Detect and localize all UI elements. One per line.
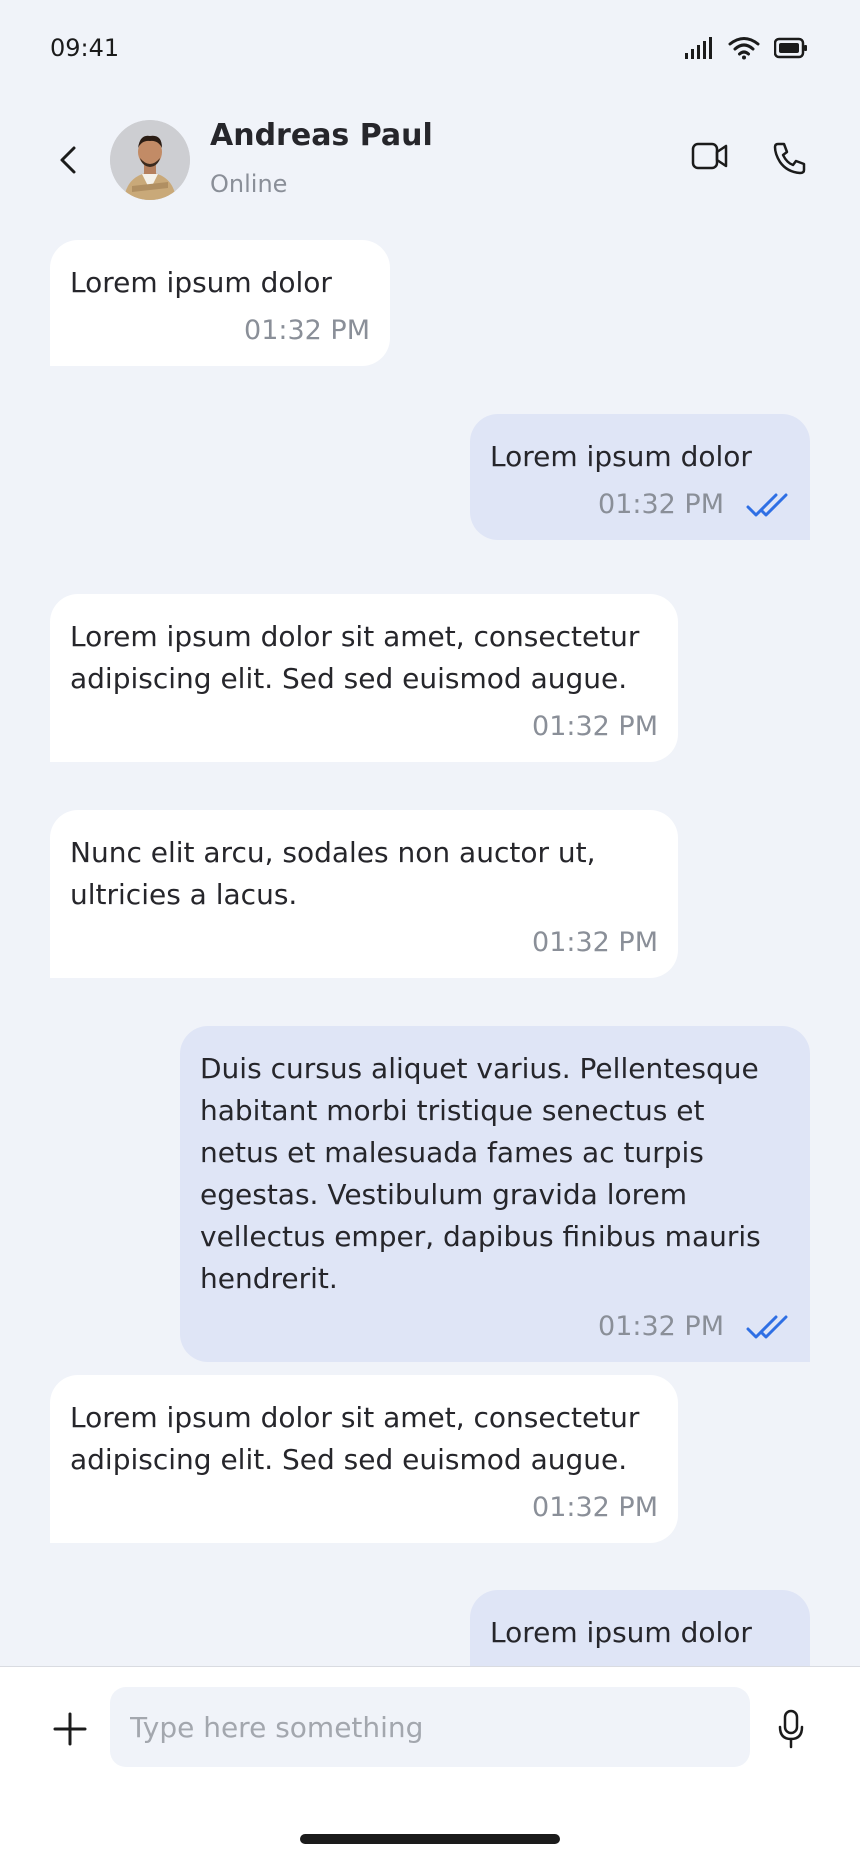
avatar-image — [110, 120, 190, 200]
double-check-icon — [746, 1315, 788, 1339]
message-outgoing[interactable]: Lorem ipsum dolor 01:32 PM — [470, 414, 810, 540]
message-text: Lorem ipsum dolor — [490, 1616, 752, 1649]
contact-status: Online — [210, 170, 288, 198]
message-time: 01:32 PM — [532, 1492, 658, 1523]
chevron-left-icon — [60, 146, 76, 174]
message-time: 01:32 PM — [598, 489, 724, 520]
attach-button[interactable] — [50, 1709, 90, 1749]
message-text: Lorem ipsum dolor — [490, 440, 752, 473]
status-icons — [684, 36, 808, 60]
message-text: Nunc elit arcu, sodales non auctor ut, u… — [70, 836, 596, 911]
signal-icon — [685, 37, 712, 59]
contact-name: Andreas Paul — [210, 118, 433, 153]
message-incoming[interactable]: Lorem ipsum dolor sit amet, consectetur … — [50, 594, 678, 762]
microphone-icon — [778, 1709, 804, 1749]
avatar[interactable] — [110, 120, 190, 200]
plus-icon — [53, 1712, 87, 1746]
message-text: Duis cursus aliquet varius. Pellentesque… — [200, 1052, 761, 1295]
message-time: 01:32 PM — [244, 315, 370, 346]
voice-message-button[interactable] — [776, 1707, 806, 1751]
message-text: Lorem ipsum dolor sit amet, consectetur … — [70, 620, 640, 695]
message-incoming[interactable]: Lorem ipsum dolor sit amet, consectetur … — [50, 1375, 678, 1543]
message-input[interactable] — [110, 1687, 750, 1767]
message-time: 01:32 PM — [598, 1311, 724, 1342]
message-outgoing[interactable]: Duis cursus aliquet varius. Pellentesque… — [180, 1026, 810, 1362]
video-camera-icon — [691, 142, 728, 170]
message-incoming[interactable]: Lorem ipsum dolor 01:32 PM — [50, 240, 390, 366]
chat-header: Andreas Paul Online — [0, 100, 860, 220]
message-time: 01:32 PM — [532, 711, 658, 742]
battery-icon — [774, 37, 807, 59]
status-time: 09:41 — [50, 34, 120, 62]
message-text: Lorem ipsum dolor sit amet, consectetur … — [70, 1401, 640, 1476]
wifi-icon — [728, 37, 760, 60]
phone-icon — [773, 142, 806, 175]
back-button[interactable] — [52, 140, 88, 180]
status-bar: 09:41 — [0, 0, 860, 100]
message-incoming[interactable]: Nunc elit arcu, sodales non auctor ut, u… — [50, 810, 678, 978]
message-time: 01:32 PM — [532, 927, 658, 958]
video-call-button[interactable] — [690, 138, 730, 174]
home-indicator[interactable] — [300, 1834, 560, 1844]
message-text: Lorem ipsum dolor — [70, 266, 332, 299]
voice-call-button[interactable] — [770, 138, 810, 178]
double-check-icon — [746, 493, 788, 517]
